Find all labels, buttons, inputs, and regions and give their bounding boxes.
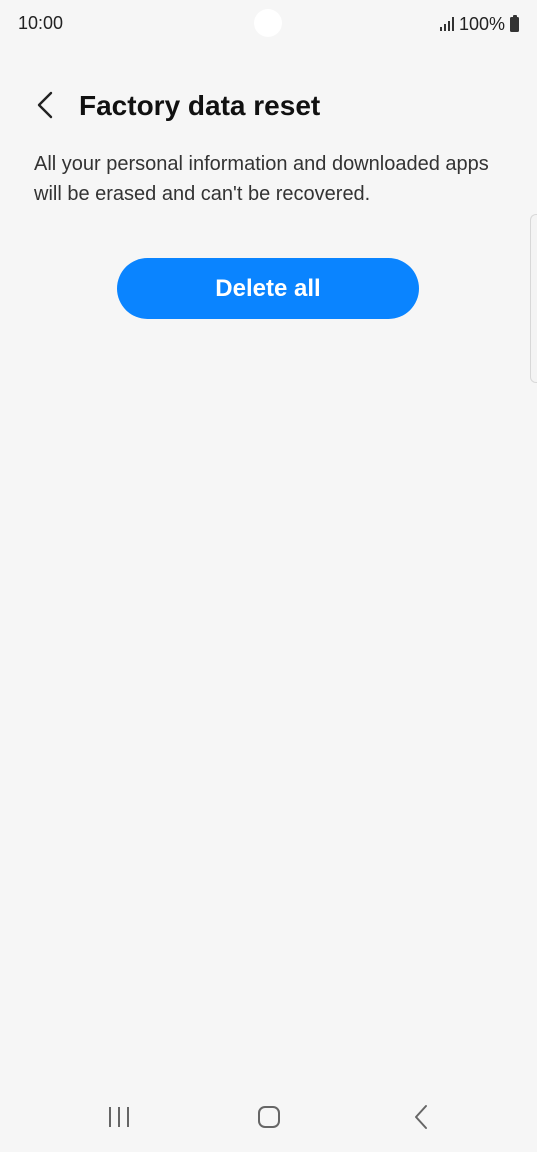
scroll-handle[interactable]	[530, 214, 537, 383]
back-icon	[415, 1105, 427, 1129]
delete-all-button[interactable]: Delete all	[117, 258, 419, 319]
battery-percentage: 100%	[458, 13, 505, 34]
recents-button[interactable]	[99, 1102, 139, 1132]
page-title: Factory data reset	[79, 90, 321, 121]
status-bar: 10:00 100%	[0, 0, 537, 48]
signal-icon	[439, 17, 454, 31]
recents-icon	[109, 1107, 129, 1127]
chevron-left-icon	[37, 91, 53, 119]
status-indicators: 100%	[439, 13, 519, 35]
home-icon	[258, 1106, 280, 1128]
navigation-bar	[0, 1088, 537, 1152]
home-button[interactable]	[249, 1102, 289, 1132]
status-time: 10:00	[18, 13, 64, 33]
reset-description: All your personal information and downlo…	[34, 153, 489, 205]
back-button[interactable]	[28, 88, 62, 122]
battery-icon	[510, 15, 519, 32]
header: Factory data reset	[0, 80, 537, 132]
camera-cutout	[254, 9, 282, 37]
nav-back-button[interactable]	[401, 1102, 441, 1132]
